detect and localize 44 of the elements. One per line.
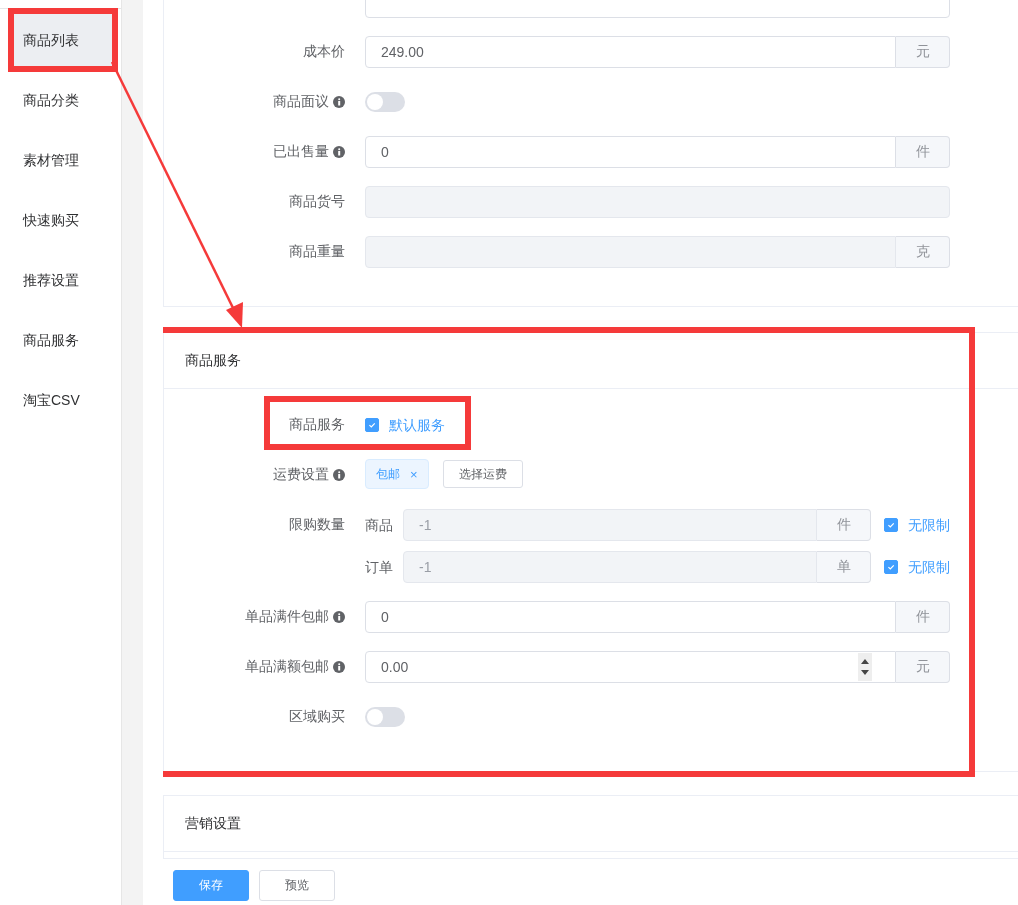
- info-icon[interactable]: [333, 611, 345, 623]
- number-input-field[interactable]: 0.00: [365, 651, 896, 683]
- section-title: 商品服务: [185, 351, 241, 370]
- input-field[interactable]: 249.00: [365, 36, 896, 68]
- tag-label: 包邮: [376, 465, 400, 483]
- input-field[interactable]: 0: [365, 136, 896, 168]
- info-icon[interactable]: [333, 96, 345, 108]
- unit-label: 单: [817, 551, 871, 583]
- sidebar-item[interactable]: 商品分类: [8, 70, 117, 130]
- sidebar-item[interactable]: 素材管理: [8, 130, 117, 190]
- toggle-switch[interactable]: [365, 92, 405, 112]
- info-icon[interactable]: [333, 661, 345, 673]
- unit-label: 元: [896, 651, 950, 683]
- spinner-icon[interactable]: [858, 653, 872, 681]
- unit-label: 件: [896, 601, 950, 633]
- field-label: 区域购买: [289, 708, 345, 726]
- sidebar-item[interactable]: 推荐设置: [8, 250, 117, 310]
- unit-label: 元: [896, 36, 950, 68]
- sidebar-item[interactable]: 快速购买: [8, 190, 117, 250]
- sidebar-item[interactable]: 淘宝CSV: [8, 370, 117, 430]
- section-title: 营销设置: [185, 814, 241, 833]
- info-icon[interactable]: [333, 146, 345, 158]
- checkbox[interactable]: [365, 418, 379, 432]
- unit-label: 件: [896, 136, 950, 168]
- field-label: 单品满额包邮: [245, 658, 329, 676]
- select-shipping-button[interactable]: 选择运费: [442, 460, 523, 488]
- limit-label: 订单: [365, 558, 393, 577]
- unit-label: 克: [896, 236, 950, 268]
- limit-label: 商品: [365, 516, 393, 535]
- unit-label: 件: [817, 509, 871, 541]
- sidebar-item[interactable]: 商品服务: [8, 310, 117, 370]
- field-label: 运费设置: [273, 466, 329, 484]
- field-label: 商品重量: [289, 243, 345, 261]
- field-label: 商品面议: [273, 93, 329, 111]
- field-label: 单品满件包邮: [245, 608, 329, 626]
- field-label: 商品服务: [289, 416, 345, 434]
- field-label: 商品货号: [289, 193, 345, 211]
- field-label: 成本价: [303, 43, 345, 61]
- info-icon[interactable]: [333, 469, 345, 481]
- input-field[interactable]: 0: [365, 601, 896, 633]
- field-label: 已出售量: [273, 143, 329, 161]
- preview-button[interactable]: 预览: [259, 870, 335, 901]
- toggle-switch[interactable]: [365, 707, 405, 727]
- field-label: 限购数量: [289, 516, 345, 534]
